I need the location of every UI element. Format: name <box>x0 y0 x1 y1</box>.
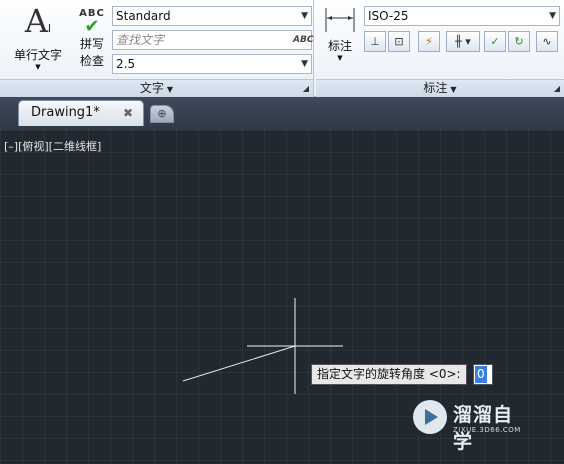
dropdown-arrow-icon: ▼ <box>301 11 308 21</box>
watermark-logo-icon <box>413 400 447 434</box>
dimension-panel: 标注 ▼ ISO-25 ▼ ⊥ ⊡ ⚡ ╫ ▾ ✓ ↻ ∿ 标注 ▼ ◢ <box>316 0 564 97</box>
dimension-button[interactable]: 标注 ▼ <box>322 6 358 62</box>
reassociate-dimension-icon[interactable]: ↻ <box>508 31 530 52</box>
single-line-text-label: 单行文字 <box>13 48 62 62</box>
dimension-update-icon[interactable]: ✓ <box>484 31 506 52</box>
spell-check-label-line1: 拼写 <box>79 37 104 51</box>
text-panel: AI 单行文字 ▼ ABC ✔ 拼写 检查 Standard ▼ 查找文字 AB… <box>0 0 314 97</box>
text-panel-footer[interactable]: 文字 ▼ ◢ <box>0 79 313 97</box>
baseline-dimension-icon[interactable]: ╫ ▾ <box>446 31 480 52</box>
spell-check-label-line2: 检查 <box>79 54 104 68</box>
find-replace-icon[interactable]: ABC <box>293 32 313 48</box>
tab-drawing1-label: Drawing1* <box>31 105 100 120</box>
drawing-canvas[interactable]: [–][俯视][二维线框] 指定文字的旋转角度 <0>: 0 溜溜自学 ZIXU… <box>0 130 564 464</box>
panel-launcher-icon[interactable]: ◢ <box>554 80 560 97</box>
chevron-down-icon: ▼ <box>35 63 41 71</box>
rotation-angle-input[interactable]: 0 <box>473 364 493 385</box>
dimension-label: 标注 <box>327 39 352 53</box>
chevron-down-icon: ▼ <box>337 54 343 62</box>
text-style-dropdown[interactable]: Standard ▼ <box>112 6 312 26</box>
new-tab-button[interactable]: ⊕ <box>150 105 174 123</box>
chevron-down-icon: ▼ <box>450 85 457 94</box>
watermark: 溜溜自学 ZIXUE.3D66.COM <box>413 398 531 453</box>
text-a-icon: AI <box>24 2 52 40</box>
file-tab-bar: Drawing1* ✖ ⊕ <box>0 97 564 130</box>
dimension-break-icon[interactable]: ⚡ <box>418 31 440 52</box>
checkmark-icon: ✔ <box>84 16 100 37</box>
text-height-value: 2.5 <box>116 57 136 71</box>
chevron-down-icon: ▼ <box>166 85 174 94</box>
dimension-style-dropdown[interactable]: ISO-25 ▼ <box>364 6 560 26</box>
dimension-style-value: ISO-25 <box>368 9 409 23</box>
text-height-dropdown[interactable]: 2.5 ▼ <box>112 54 312 74</box>
dimension-panel-title: 标注 <box>423 81 448 95</box>
quick-dimension-icon[interactable]: ⊥ <box>364 31 386 52</box>
find-text-input[interactable]: 查找文字 ABC <box>112 30 313 50</box>
close-icon[interactable]: ✖ <box>123 101 133 125</box>
watermark-url: ZIXUE.3D66.COM <box>453 426 521 434</box>
single-line-text-button[interactable]: AI 单行文字 ▼ <box>8 4 68 71</box>
dropdown-arrow-icon: ▼ <box>301 59 308 69</box>
panel-launcher-icon[interactable]: ◢ <box>303 80 309 97</box>
linear-dimension-icon <box>325 8 355 32</box>
find-text-placeholder: 查找文字 <box>116 33 165 47</box>
dimension-panel-footer[interactable]: 标注 ▼ ◢ <box>316 79 564 97</box>
dropdown-arrow-icon: ▼ <box>549 11 556 21</box>
plus-icon: ⊕ <box>157 107 167 120</box>
spell-check-button[interactable]: ABC ✔ 拼写 检查 <box>74 8 110 69</box>
rotation-angle-value: 0 <box>475 366 487 383</box>
dimension-space-icon[interactable]: ⊡ <box>388 31 410 52</box>
jogged-linear-icon[interactable]: ∿ <box>536 31 558 52</box>
tab-drawing1[interactable]: Drawing1* ✖ <box>18 100 144 126</box>
text-panel-title: 文字 <box>139 81 164 95</box>
rubber-band-line <box>182 345 296 382</box>
ribbon: AI 单行文字 ▼ ABC ✔ 拼写 检查 Standard ▼ 查找文字 AB… <box>0 0 564 97</box>
dynamic-input-prompt: 指定文字的旋转角度 <0>: <box>311 364 467 385</box>
text-style-value: Standard <box>116 9 171 23</box>
